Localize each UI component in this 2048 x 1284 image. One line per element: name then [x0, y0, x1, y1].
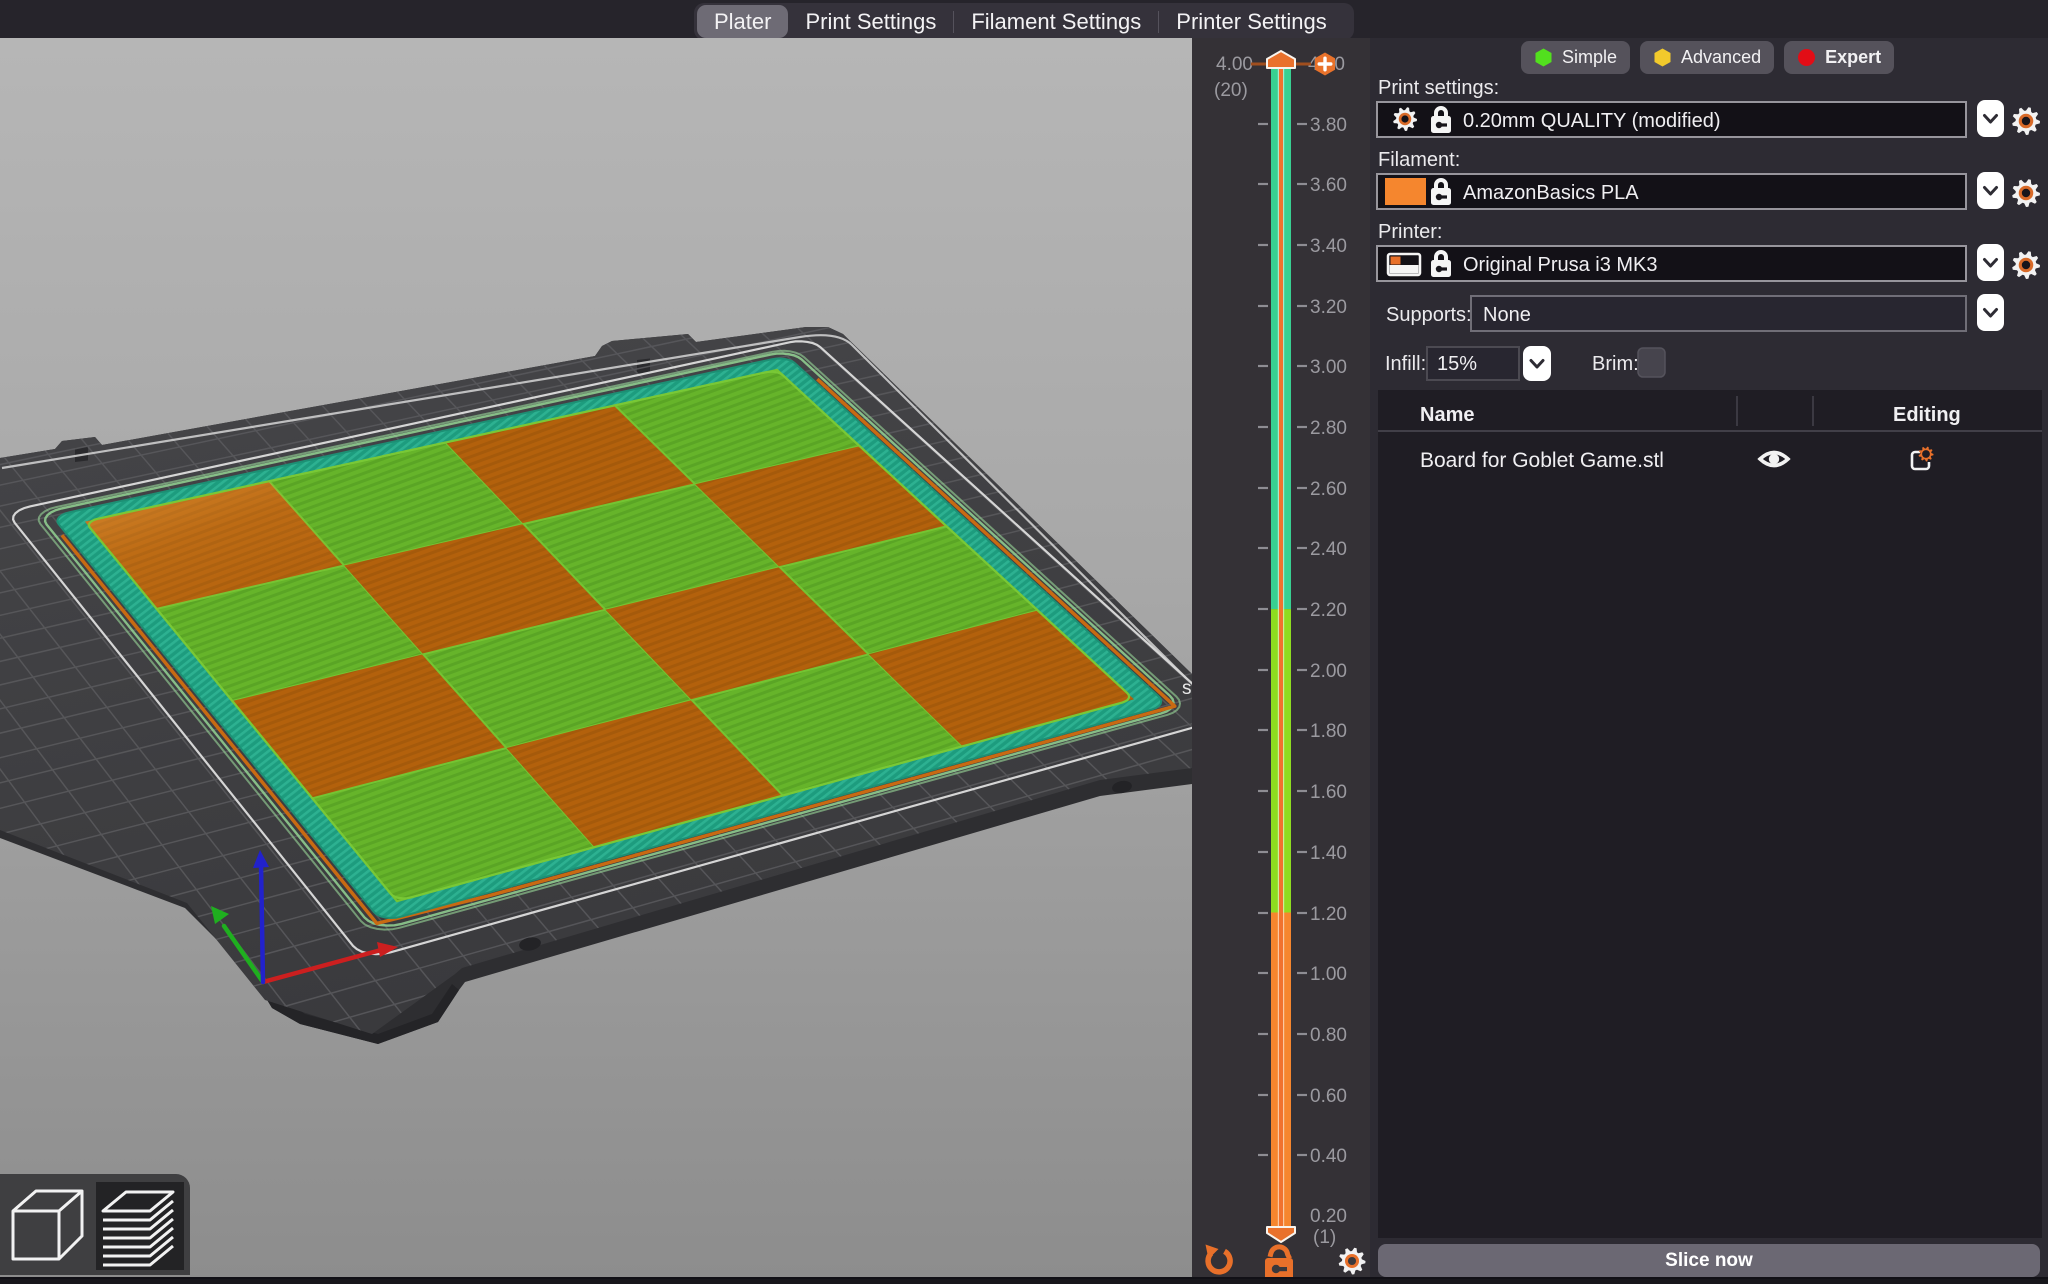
svg-text:15%: 15%	[1437, 353, 1477, 375]
svg-text:3.20: 3.20	[1310, 297, 1347, 318]
svg-text:0.40: 0.40	[1310, 1146, 1347, 1167]
svg-text:1.20: 1.20	[1310, 904, 1347, 925]
svg-text:4.00: 4.00	[1216, 54, 1253, 75]
svg-text:0.20mm QUALITY (modified): 0.20mm QUALITY (modified)	[1463, 110, 1721, 132]
svg-text:3.60: 3.60	[1310, 175, 1347, 196]
svg-text:2.20: 2.20	[1310, 600, 1347, 621]
svg-text:3.80: 3.80	[1310, 115, 1347, 136]
svg-text:1.60: 1.60	[1310, 782, 1347, 803]
svg-text:0.20: 0.20	[1310, 1206, 1347, 1227]
svg-text:0.80: 0.80	[1310, 1025, 1347, 1046]
svg-text:2.40: 2.40	[1310, 539, 1347, 560]
svg-text:(20): (20)	[1214, 80, 1248, 101]
svg-text:3.00: 3.00	[1310, 357, 1347, 378]
svg-text:2.80: 2.80	[1310, 418, 1347, 439]
svg-text:Printer:: Printer:	[1378, 221, 1442, 243]
svg-text:1.80: 1.80	[1310, 721, 1347, 742]
svg-text:Board for Goblet Game.stl: Board for Goblet Game.stl	[1420, 449, 1664, 472]
svg-text:Infill:: Infill:	[1385, 353, 1426, 375]
svg-text:2.60: 2.60	[1310, 479, 1347, 500]
svg-text:s: s	[1182, 678, 1192, 699]
svg-text:Original Prusa i3 MK3: Original Prusa i3 MK3	[1463, 254, 1658, 276]
svg-text:1.00: 1.00	[1310, 964, 1347, 985]
svg-text:Editing: Editing	[1893, 404, 1961, 426]
svg-text:None: None	[1483, 304, 1531, 326]
svg-text:Name: Name	[1420, 404, 1474, 426]
svg-text:Brim:: Brim:	[1592, 353, 1639, 375]
svg-text:3.40: 3.40	[1310, 236, 1347, 257]
svg-text:(1): (1)	[1313, 1227, 1336, 1248]
svg-text:Filament:: Filament:	[1378, 149, 1460, 171]
svg-text:Supports:: Supports:	[1386, 304, 1472, 326]
svg-text:2.00: 2.00	[1310, 661, 1347, 682]
svg-text:1.40: 1.40	[1310, 843, 1347, 864]
svg-text:0.60: 0.60	[1310, 1086, 1347, 1107]
svg-text:AmazonBasics PLA: AmazonBasics PLA	[1463, 182, 1639, 204]
